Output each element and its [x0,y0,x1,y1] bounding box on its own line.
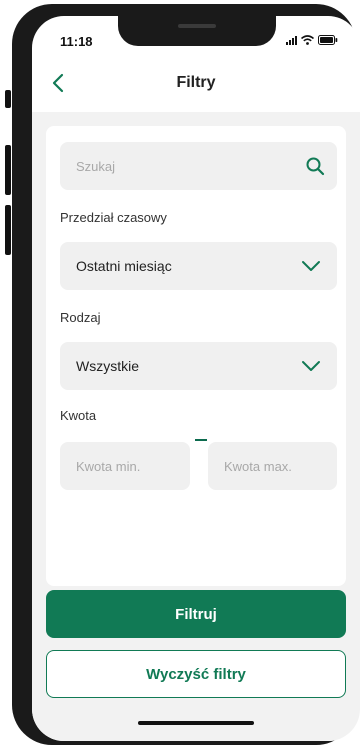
status-time: 11:18 [60,34,93,49]
chevron-down-icon [302,361,320,371]
amount-max-field [208,442,337,490]
phone-side-button-mute [5,90,11,108]
home-indicator [138,721,254,725]
range-dash [195,439,207,441]
phone-side-button-volume-up [5,145,11,195]
period-select-value: Ostatni miesiąc [76,258,172,274]
top-bar: Filtry [32,64,360,104]
search-field [60,142,337,190]
page-title: Filtry [176,74,216,91]
phone-screen: 11:18 Filtry Szukaj Przedział czasowy Os… [32,16,360,741]
type-label: Rodzaj [60,310,101,325]
type-select-value: Wszystkie [76,358,139,374]
period-select[interactable]: Ostatni miesiąc [60,242,337,290]
chevron-down-icon [302,261,320,271]
filter-card: Przedział czasowy Ostatni miesiąc Rodzaj… [46,126,346,586]
signal-icon [286,35,297,45]
search-input[interactable] [60,158,337,174]
phone-frame: 11:18 Filtry Szukaj Przedział czasowy Os… [12,4,360,745]
notch-speaker [178,24,216,28]
wifi-icon [301,35,314,45]
amount-max-input[interactable] [208,458,337,474]
amount-label: Kwota [60,408,97,423]
filter-button[interactable]: Filtruj [46,590,346,638]
amount-min-field [60,442,190,490]
phone-notch [118,16,276,46]
phone-side-button-volume-down [5,205,11,255]
amount-min-input[interactable] [60,458,190,474]
type-select[interactable]: Wszystkie [60,342,337,390]
battery-icon [318,35,338,45]
status-icons [286,35,338,45]
clear-filters-button[interactable]: Wyczyść filtry [46,650,346,698]
search-icon[interactable] [305,156,325,176]
period-label: Przedział czasowy [60,210,167,225]
